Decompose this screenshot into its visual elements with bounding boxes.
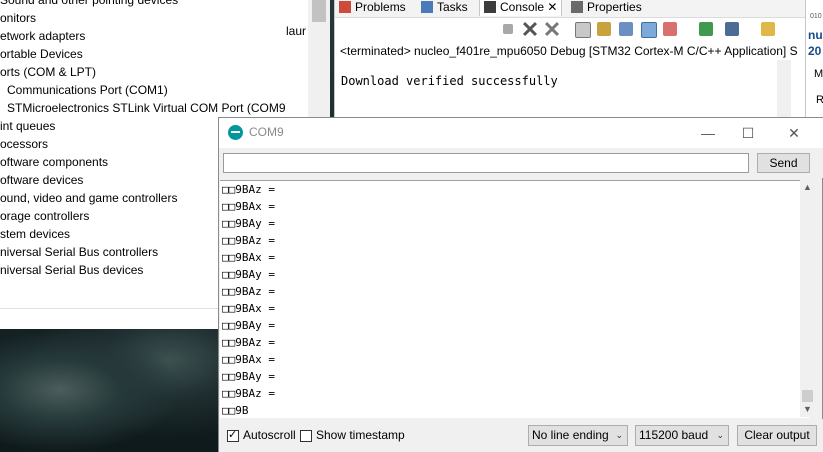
serial-output-line: □□9BAy = bbox=[222, 268, 275, 281]
autoscroll-checkbox[interactable] bbox=[227, 428, 239, 442]
serial-output-line: □□9BAx = bbox=[222, 302, 275, 315]
console-toolbar bbox=[335, 18, 805, 40]
remove-launch-icon[interactable] bbox=[523, 22, 537, 36]
serial-options-bar: Autoscroll Show timestamp No line ending… bbox=[219, 419, 823, 452]
tab-properties[interactable]: Properties bbox=[571, 0, 642, 16]
pin-console-icon[interactable] bbox=[699, 22, 713, 36]
serial-output-line: □□9BAx = bbox=[222, 251, 275, 264]
console-scrollbar[interactable] bbox=[777, 60, 791, 120]
binary-icon: 010 bbox=[810, 13, 822, 20]
panel-line-1: nu bbox=[808, 28, 823, 42]
line-ending-select[interactable]: No line ending ⌄ bbox=[528, 425, 628, 446]
device-tree-category[interactable]: ortable Devices bbox=[0, 45, 83, 63]
device-tree-category[interactable]: orts (COM & LPT) bbox=[0, 63, 96, 81]
console-output: Download verified successfully bbox=[341, 74, 558, 88]
tasks-icon bbox=[421, 1, 433, 13]
remove-all-icon[interactable] bbox=[545, 22, 559, 36]
device-tree-category[interactable]: oftware components bbox=[0, 153, 108, 171]
window-title: COM9 bbox=[249, 125, 284, 139]
line-ending-value: No line ending bbox=[532, 428, 609, 442]
display-console-icon[interactable] bbox=[725, 22, 739, 36]
device-tree-category[interactable]: ound, video and game controllers bbox=[0, 189, 177, 207]
tab-console[interactable]: Console ✕ bbox=[479, 0, 563, 16]
scrollbar-thumb[interactable] bbox=[312, 0, 326, 22]
serial-output-line: □□9B bbox=[222, 404, 249, 417]
properties-icon bbox=[571, 1, 583, 13]
send-button[interactable]: Send bbox=[757, 153, 810, 173]
send-input[interactable] bbox=[223, 153, 749, 173]
chevron-down-icon: ⌄ bbox=[716, 430, 724, 440]
serial-output-line: □□9BAz = bbox=[222, 336, 275, 349]
tab-problems[interactable]: Problems bbox=[339, 0, 406, 16]
close-button[interactable]: ✕ bbox=[771, 118, 817, 148]
autoscroll-label: Autoscroll bbox=[243, 428, 296, 442]
arduino-icon bbox=[228, 125, 243, 140]
scroll-up-icon[interactable]: ▲ bbox=[800, 180, 815, 195]
console-icon bbox=[484, 1, 496, 13]
serial-output-line: □□9BAy = bbox=[222, 217, 275, 230]
device-tree-child-item[interactable]: STMicroelectronics STLink Virtual COM Po… bbox=[7, 99, 290, 117]
device-tree-category[interactable]: oftware devices bbox=[0, 171, 83, 189]
device-tree-category[interactable]: niversal Serial Bus devices bbox=[0, 261, 143, 279]
serial-output: □□9BAz = □□9BAx = □□9BAy = □□9BAz = □□9BAx =… bbox=[220, 180, 810, 418]
tab-label: Tasks bbox=[437, 0, 468, 14]
tab-label: Console ✕ bbox=[500, 0, 558, 14]
serial-output-line: □□9BAz = bbox=[222, 234, 275, 247]
serial-output-line: □□9BAy = bbox=[222, 370, 275, 383]
device-tree-category[interactable]: niversal Serial Bus controllers bbox=[0, 243, 158, 261]
view-tabs: Problems Tasks Console ✕ Properties bbox=[335, 0, 805, 18]
panel-line-4: R bbox=[816, 94, 823, 106]
serial-output-line: □□9BAy = bbox=[222, 319, 275, 332]
serial-output-line: □□9BAz = bbox=[222, 387, 275, 400]
tab-label: Problems bbox=[355, 0, 406, 14]
clear-console-icon[interactable] bbox=[575, 22, 591, 38]
show-on-output-icon[interactable] bbox=[641, 22, 657, 38]
side-pane-text: laur bbox=[286, 24, 307, 38]
send-row: Send bbox=[219, 148, 823, 178]
serial-monitor-window: COM9 — ☐ ✕ Send □□9BAz = □□9BAx = □□9BAy =… bbox=[218, 117, 823, 452]
terminate-icon[interactable] bbox=[503, 24, 513, 34]
show-on-error-icon[interactable] bbox=[663, 22, 677, 36]
scroll-lock-icon[interactable] bbox=[597, 22, 611, 36]
serial-output-line: □□9BAx = bbox=[222, 353, 275, 366]
tab-tasks[interactable]: Tasks bbox=[421, 0, 468, 16]
serial-output-line: □□9BAz = bbox=[222, 183, 275, 196]
serial-output-line: □□9BAz = bbox=[222, 285, 275, 298]
panel-line-3: M bbox=[814, 68, 823, 80]
scrollbar-thumb[interactable] bbox=[802, 390, 813, 402]
serial-output-line: □□9BAx = bbox=[222, 200, 275, 213]
baud-rate-select[interactable]: 115200 baud ⌄ bbox=[635, 425, 729, 446]
clear-output-button[interactable]: Clear output bbox=[737, 425, 817, 446]
device-tree-category[interactable]: stem devices bbox=[0, 225, 70, 243]
problems-icon bbox=[339, 1, 351, 13]
device-tree-category[interactable]: onitors bbox=[0, 9, 36, 27]
device-tree-category[interactable]: ocessors bbox=[0, 135, 48, 153]
show-timestamp-checkbox[interactable] bbox=[300, 430, 312, 442]
word-wrap-icon[interactable] bbox=[619, 22, 633, 36]
device-tree-category[interactable]: int queues bbox=[0, 117, 55, 135]
launch-status: <terminated> nucleo_f401re_mpu6050 Debug… bbox=[340, 44, 798, 58]
maximize-button[interactable]: ☐ bbox=[725, 118, 771, 148]
chevron-down-icon: ⌄ bbox=[615, 430, 623, 440]
output-scrollbar[interactable]: ▲ ▼ bbox=[800, 180, 815, 417]
device-tree-category[interactable]: orage controllers bbox=[0, 207, 89, 225]
device-tree-child-item[interactable]: Communications Port (COM1) bbox=[7, 81, 168, 99]
eclipse-console-view: Problems Tasks Console ✕ Properties <ter… bbox=[334, 0, 805, 120]
title-bar[interactable]: COM9 — ☐ ✕ bbox=[219, 118, 823, 148]
device-tree-category[interactable]: Sound and other pointing devices bbox=[0, 0, 178, 9]
panel-line-2: 20 bbox=[808, 44, 822, 58]
scroll-down-icon[interactable]: ▼ bbox=[800, 402, 815, 417]
device-tree-category[interactable]: etwork adapters bbox=[0, 27, 85, 45]
open-console-icon[interactable] bbox=[761, 22, 775, 36]
baud-rate-value: 115200 baud bbox=[639, 428, 709, 442]
show-timestamp-label: Show timestamp bbox=[316, 428, 405, 442]
tab-label: Properties bbox=[587, 0, 642, 14]
